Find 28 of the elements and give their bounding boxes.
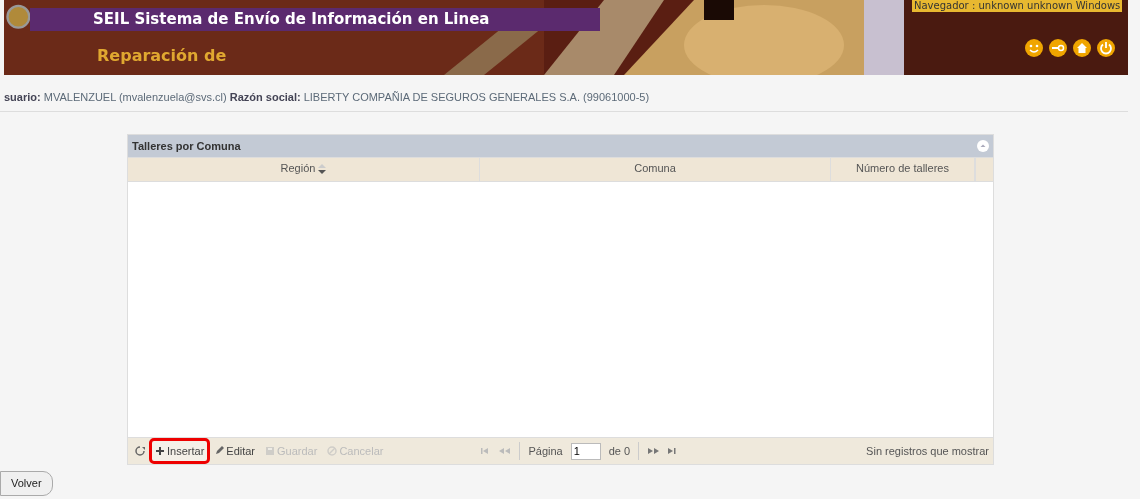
refresh-button[interactable]	[132, 444, 148, 458]
records-status: Sin registros que mostrar	[866, 443, 989, 459]
cancel-icon	[327, 446, 338, 456]
column-header[interactable]: Número de talleres	[831, 158, 975, 181]
plus-icon	[155, 446, 165, 456]
browser-info: Navegador : unknown unknown Windows	[912, 0, 1123, 12]
back-button[interactable]: Volver	[0, 471, 53, 496]
last-page-icon[interactable]	[667, 447, 678, 455]
column-header[interactable]: Comuna	[480, 158, 831, 181]
refresh-icon	[135, 446, 145, 456]
column-header[interactable]: Región	[128, 158, 480, 181]
home-icon[interactable]	[1072, 38, 1092, 58]
user-info: suario: MVALENZUEL (mvalenzuela@svs.cl) Razón social: LIBERTY COMPAÑIA DE SEGUROS GENERALES S.A. (99061000-5)	[0, 75, 1128, 112]
pencil-icon	[214, 446, 225, 456]
page-subtitle: Reparación de	[97, 45, 227, 67]
floppy-icon	[265, 446, 276, 456]
grid-caption: Talleres por Comuna	[132, 138, 241, 154]
sort-icon[interactable]	[318, 164, 327, 175]
page-input[interactable]: 1	[570, 442, 601, 460]
page-count: de 0	[608, 443, 631, 459]
edit-button[interactable]: Editar	[211, 440, 259, 462]
support-icon[interactable]	[1024, 38, 1044, 58]
next-page-icon[interactable]	[647, 447, 660, 455]
page-title: SEIL Sistema de Envío de Información en Linea	[30, 8, 600, 31]
add-button[interactable]: Insertar	[152, 440, 208, 462]
key-icon[interactable]	[1048, 38, 1068, 58]
page-label: Página	[528, 443, 563, 459]
power-icon[interactable]	[1096, 38, 1116, 58]
